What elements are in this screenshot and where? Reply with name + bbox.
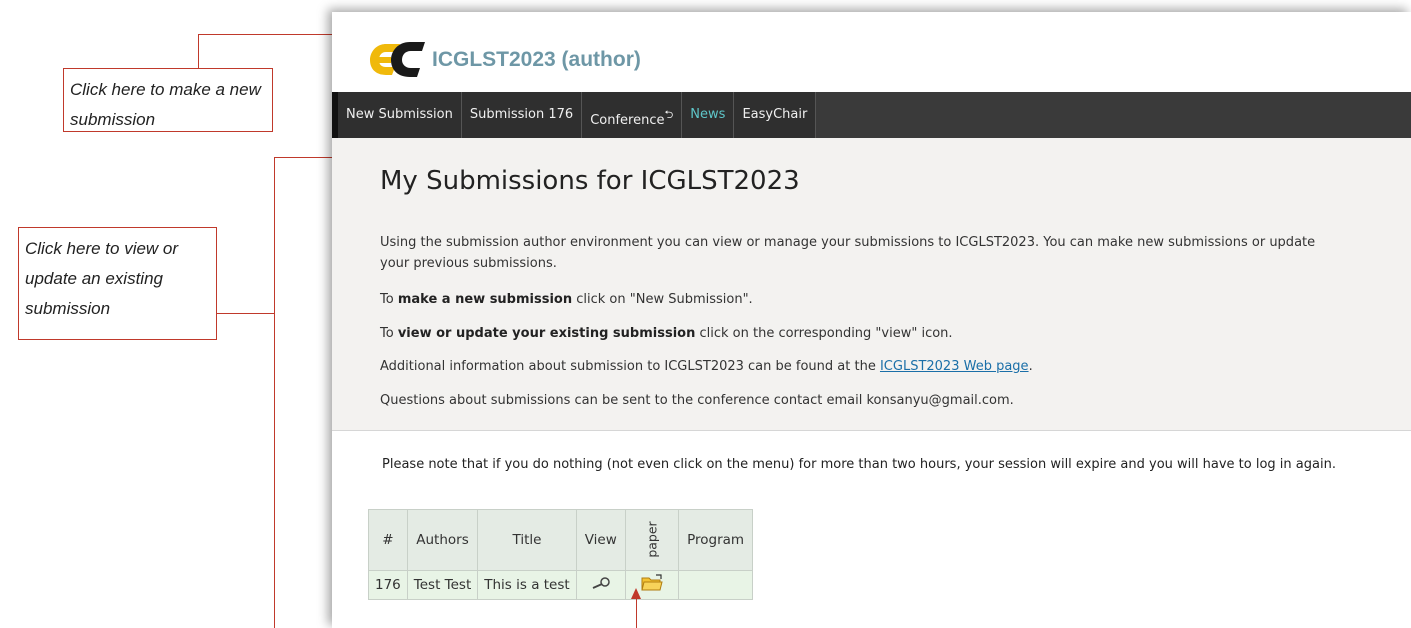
- col-view: View: [575, 509, 626, 571]
- callout-connector: [198, 34, 199, 68]
- col-number: #: [368, 509, 408, 571]
- menu-news[interactable]: News: [682, 92, 735, 138]
- submissions-table: # Authors Title View paper Program 176 T…: [368, 509, 754, 600]
- return-arrow-icon: ⮌: [664, 108, 674, 121]
- magnifier-icon[interactable]: [590, 576, 612, 590]
- cell-program: [678, 570, 754, 600]
- cell-title: This is a test: [477, 570, 577, 600]
- menu-conference[interactable]: Conference⮌: [582, 92, 683, 138]
- text: Additional information about submission …: [380, 359, 880, 374]
- text: To: [380, 326, 398, 341]
- text: .: [1028, 359, 1033, 374]
- bold-text: view or update your existing submission: [397, 326, 696, 341]
- text: To: [380, 292, 398, 307]
- info-section: My Submissions for ICGLST2023 Using the …: [332, 138, 1411, 431]
- cell-view: [575, 570, 626, 600]
- callout-connector: [636, 597, 637, 628]
- additional-info: Additional information about submission …: [380, 356, 1340, 377]
- arrow-up-icon: [631, 588, 641, 599]
- text: click on "New Submission".: [572, 292, 753, 307]
- menu-submission-176[interactable]: Submission 176: [461, 92, 583, 138]
- view-submission-instruction: To view or update your existing submissi…: [380, 323, 1340, 344]
- menu-new-submission[interactable]: New Submission: [338, 92, 462, 138]
- callout-existing-submission-text: Click here to view or update an existing…: [25, 239, 179, 318]
- app-header: ICGLST2023 (author): [332, 12, 1411, 92]
- menu-easychair[interactable]: EasyChair: [734, 92, 817, 138]
- callout-existing-submission: Click here to view or update an existing…: [18, 227, 217, 340]
- session-notice: Please note that if you do nothing (not …: [382, 457, 1336, 472]
- callout-connector: [217, 313, 275, 314]
- col-program: Program: [678, 509, 754, 571]
- table-header-row: # Authors Title View paper Program: [368, 509, 754, 571]
- intro-text: Using the submission author environment …: [380, 235, 1316, 271]
- menu-conference-label: Conference: [590, 113, 665, 128]
- text: click on the corresponding "view" icon.: [695, 326, 953, 341]
- web-page-link[interactable]: ICGLST2023 Web page: [880, 359, 1029, 374]
- callout-connector: [274, 157, 275, 628]
- bold-text: make a new submission: [397, 292, 573, 307]
- col-title: Title: [477, 509, 577, 571]
- cell-authors: Test Test: [406, 570, 479, 600]
- cell-number: 176: [368, 570, 408, 600]
- app-title: ICGLST2023 (author): [432, 48, 641, 71]
- easychair-window: ICGLST2023 (author) New Submission Submi…: [332, 12, 1411, 628]
- easychair-logo-icon: [370, 42, 425, 77]
- callout-new-submission: Click here to make a new submission: [63, 68, 273, 132]
- questions-text: Questions about submissions can be sent …: [380, 393, 1014, 408]
- col-paper: paper: [624, 509, 680, 571]
- callout-connector: [198, 34, 350, 35]
- page-title: My Submissions for ICGLST2023: [380, 166, 800, 196]
- col-authors: Authors: [406, 509, 479, 571]
- new-submission-instruction: To make a new submission click on "New S…: [380, 289, 1340, 310]
- callout-new-submission-text: Click here to make a new submission: [70, 80, 261, 129]
- col-paper-label: paper: [644, 521, 660, 558]
- folder-icon[interactable]: [641, 574, 663, 592]
- menu-bar: New Submission Submission 176 Conference…: [332, 92, 1411, 138]
- table-row: 176 Test Test This is a test: [368, 570, 754, 600]
